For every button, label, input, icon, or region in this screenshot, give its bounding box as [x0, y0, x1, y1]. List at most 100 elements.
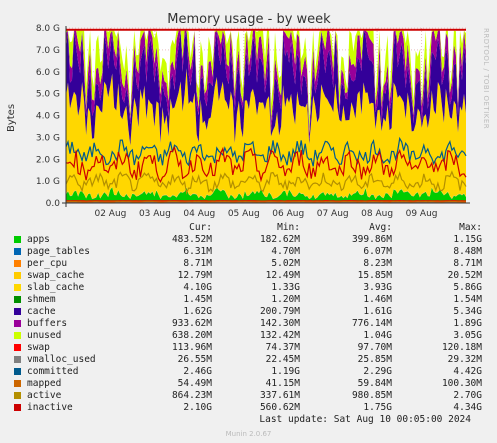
legend-cur: 864.23M — [171, 390, 212, 401]
y-tick-label: 4.0 G — [36, 112, 60, 122]
legend-min: 132.42M — [259, 330, 300, 341]
legend-avg: 1.61G — [363, 306, 392, 317]
legend-max: 1.15G — [453, 234, 482, 245]
legend-name: mapped — [27, 378, 62, 389]
legend-max: 2.70G — [453, 390, 482, 401]
legend-cur: 483.52M — [171, 234, 212, 245]
y-tick-label: 7.0 G — [36, 46, 60, 56]
legend-row-inactive: inactive 2.10G 560.62M 1.75G 4.34G — [14, 402, 490, 414]
legend-max: 3.05G — [453, 330, 482, 341]
legend-cur: 26.55M — [177, 354, 212, 365]
header-avg: Avg: — [369, 222, 392, 233]
legend-min: 1.20M — [271, 294, 300, 305]
legend-name: page_tables — [27, 246, 90, 257]
legend-name: unused — [27, 330, 62, 341]
legend-min: 337.61M — [259, 390, 300, 401]
legend-min: 74.37M — [265, 342, 300, 353]
x-tick-label: 06 Aug — [272, 209, 304, 219]
legend-cur: 638.20M — [171, 330, 212, 341]
legend-swatch — [14, 260, 21, 267]
legend-avg: 399.86M — [351, 234, 392, 245]
legend-min: 1.19G — [271, 366, 300, 377]
y-tick-label: 2.0 G — [36, 155, 60, 165]
x-tick-label: 08 Aug — [361, 209, 393, 219]
x-tick-label: 07 Aug — [317, 209, 349, 219]
legend-min: 5.02M — [271, 258, 300, 269]
legend-swatch — [14, 308, 21, 315]
header-cur: Cur: — [189, 222, 212, 233]
y-tick-label: 1.0 G — [36, 177, 60, 187]
y-tick-label: 0.0 — [46, 199, 61, 209]
legend-swatch — [14, 368, 21, 375]
legend-name: active — [27, 390, 62, 401]
legend-row-active: active 864.23M 337.61M 980.85M 2.70G — [14, 390, 490, 402]
legend-max: 29.32M — [447, 354, 482, 365]
x-tick-label: 05 Aug — [228, 209, 260, 219]
legend-name: inactive — [27, 402, 73, 413]
legend-min: 12.49M — [265, 270, 300, 281]
legend-swatch — [14, 272, 21, 279]
legend-swatch — [14, 248, 21, 255]
legend-avg: 776.14M — [351, 318, 392, 329]
chart-title: Memory usage - by week — [167, 12, 331, 27]
header-min: Min: — [277, 222, 300, 233]
stacked-areas — [66, 30, 466, 203]
legend-min: 1.33G — [271, 282, 300, 293]
munin-version: Munin 2.0.67 — [225, 430, 272, 438]
y-axis-label: Bytes — [6, 104, 17, 132]
legend-cur: 54.49M — [177, 378, 212, 389]
legend-cur: 8.71M — [183, 258, 212, 269]
legend-cur: 12.79M — [177, 270, 212, 281]
legend-avg: 6.07M — [363, 246, 392, 257]
y-tick-label: 5.0 G — [36, 90, 60, 100]
legend-min: 41.15M — [265, 378, 300, 389]
legend-avg: 15.85M — [357, 270, 392, 281]
legend-max: 1.89G — [453, 318, 482, 329]
legend-max: 4.34G — [453, 402, 482, 413]
legend-avg: 1.46M — [363, 294, 392, 305]
legend-row-unused: unused 638.20M 132.42M 1.04G 3.05G — [14, 330, 490, 342]
legend-max: 8.48M — [453, 246, 482, 257]
legend-min: 4.70M — [271, 246, 300, 257]
legend-name: apps — [27, 234, 50, 245]
legend-cur: 6.31M — [183, 246, 212, 257]
legend-avg: 2.29G — [363, 366, 392, 377]
y-tick-label: 6.0 G — [36, 68, 60, 78]
legend-row-vmalloc-used: vmalloc_used 26.55M 22.45M 25.85M 29.32M — [14, 354, 490, 366]
legend-swatch — [14, 320, 21, 327]
legend-name: committed — [27, 366, 79, 377]
legend-max: 5.34G — [453, 306, 482, 317]
legend-row-per-cpu: per_cpu 8.71M 5.02M 8.23M 8.71M — [14, 258, 490, 270]
header-max: Max: — [459, 222, 482, 233]
legend-swatch — [14, 236, 21, 243]
line-mapped — [65, 200, 466, 203]
legend-swatch — [14, 392, 21, 399]
legend-swatch — [14, 296, 21, 303]
x-ticks: 02 Aug 03 Aug 04 Aug 05 Aug 06 Aug 07 Aug 08 A… — [94, 209, 437, 219]
legend-max: 1.54M — [453, 294, 482, 305]
legend-cur: 2.46G — [183, 366, 212, 377]
legend-swatch — [14, 404, 21, 411]
legend-cur: 1.45M — [183, 294, 212, 305]
legend-min: 182.62M — [259, 234, 300, 245]
legend-name: shmem — [27, 294, 56, 305]
x-tick-label: 04 Aug — [183, 209, 215, 219]
legend-swatch — [14, 284, 21, 291]
x-tick-label: 09 Aug — [406, 209, 438, 219]
legend-avg: 1.04G — [363, 330, 392, 341]
legend-avg: 59.84M — [357, 378, 392, 389]
rrdtool-credit: RRDTOOL / TOBI OETIKER — [482, 28, 490, 129]
legend-name: slab_cache — [27, 282, 85, 293]
legend-swatch — [14, 344, 21, 351]
legend-max: 100.30M — [441, 378, 482, 389]
legend-header: Cur: Min: Avg: Max: — [14, 222, 490, 234]
legend-avg: 25.85M — [357, 354, 392, 365]
legend-row-cache: cache 1.62G 200.79M 1.61G 5.34G — [14, 306, 490, 318]
legend-cur: 933.62M — [171, 318, 212, 329]
y-tick-label: 8.0 G — [36, 24, 60, 34]
memory-chart: Memory usage - by week Bytes RRDTOOL / T… — [6, 12, 490, 219]
legend-row-page-tables: page_tables 6.31M 4.70M 6.07M 8.48M — [14, 246, 490, 258]
legend-name: vmalloc_used — [27, 354, 96, 365]
legend-cur: 4.10G — [183, 282, 212, 293]
legend-row-buffers: buffers 933.62M 142.30M 776.14M 1.89G — [14, 318, 490, 330]
